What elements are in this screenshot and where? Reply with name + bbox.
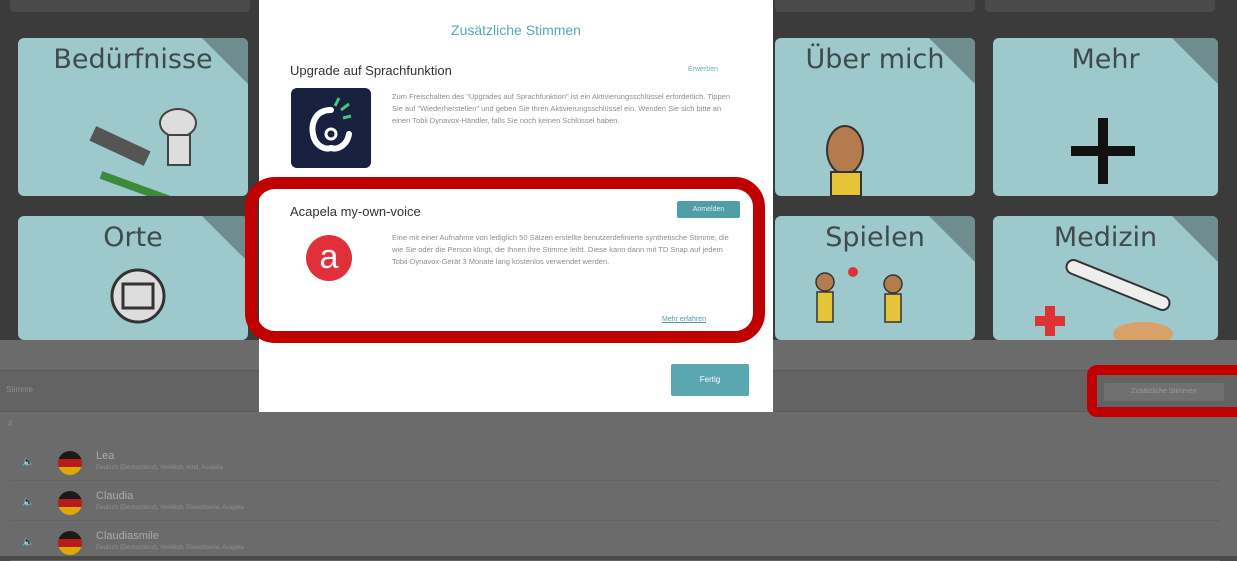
plus-icon	[1071, 118, 1135, 184]
tile-spielen[interactable]: Spielen	[775, 216, 975, 340]
voice-description: Deutsch (Deutschland), Weiblich, Erwachs…	[96, 545, 244, 551]
person-icon	[826, 125, 864, 196]
grid-top-strip	[775, 0, 975, 12]
toolbar-label: Stimme	[6, 385, 34, 394]
app-logo-icon	[309, 97, 352, 152]
highlight-additional-voices-button	[1087, 365, 1237, 417]
voice-row-lea[interactable]: 🔈 Lea Deutsch (Deutschland), Weiblich, K…	[10, 446, 1220, 481]
done-button[interactable]: Fertig	[671, 364, 749, 396]
german-flag-icon	[58, 491, 82, 515]
voice-name: Lea	[96, 450, 115, 462]
tile-mehr[interactable]: Mehr	[993, 38, 1218, 196]
highlight-acapela-section	[245, 177, 765, 343]
speaker-icon[interactable]: 🔈	[22, 537, 34, 548]
speaker-icon[interactable]: 🔈	[22, 457, 34, 468]
tile-medizin[interactable]: Medizin	[993, 216, 1218, 340]
list-header: #	[8, 419, 13, 428]
voice-description: Deutsch (Deutschland), Weiblich, Kind, A…	[96, 465, 223, 471]
upgrade-section-title: Upgrade auf Sprachfunktion	[290, 63, 452, 78]
td-snap-app-icon	[291, 88, 371, 168]
voice-description: Deutsch (Deutschland), Weiblich, Erwachs…	[96, 505, 244, 511]
places-icon	[110, 268, 166, 324]
play-icon	[815, 267, 903, 323]
dialog-title: Zusätzliche Stimmen	[451, 22, 581, 38]
tile-beduerfnisse[interactable]: Bedürfnisse	[18, 38, 248, 196]
upgrade-description: Zum Freischalten des "Upgrades auf Sprac…	[392, 92, 730, 125]
voice-name: Claudia	[96, 490, 134, 502]
grid-top-strip	[985, 0, 1215, 12]
voice-row-claudia[interactable]: 🔈 Claudia Deutsch (Deutschland), Weiblic…	[10, 486, 1220, 521]
hygiene-icon	[89, 108, 197, 196]
german-flag-icon	[58, 451, 82, 475]
thermometer-icon	[1035, 259, 1173, 340]
purchase-link[interactable]: Erwerben	[688, 66, 718, 73]
tile-ueber-mich[interactable]: Über mich	[775, 38, 975, 196]
german-flag-icon	[58, 531, 82, 555]
speaker-icon[interactable]: 🔈	[22, 497, 34, 508]
grid-top-strip	[10, 0, 250, 12]
voice-name: Claudiasmile	[96, 530, 159, 542]
tile-orte[interactable]: Orte	[18, 216, 248, 340]
